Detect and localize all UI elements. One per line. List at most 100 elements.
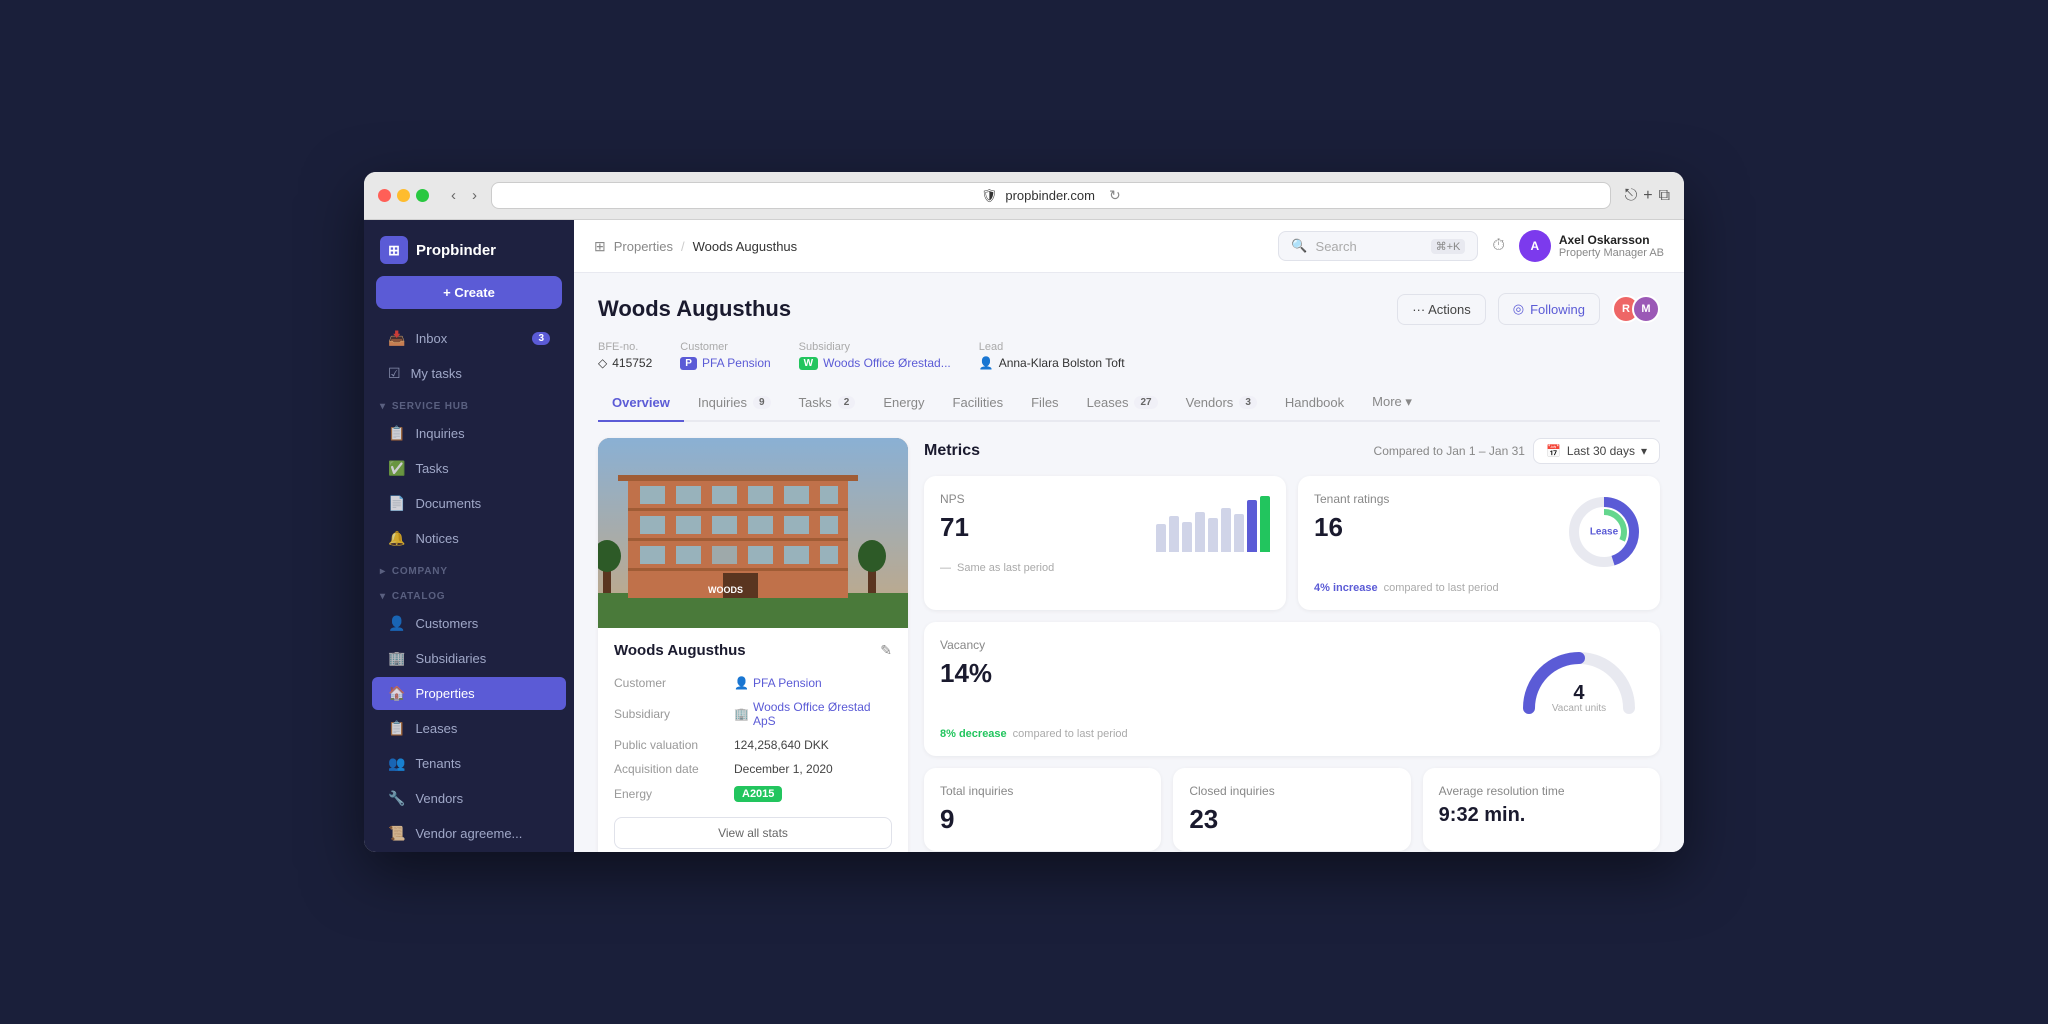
sidebar-item-inquiries[interactable]: 📋 Inquiries [372,417,566,450]
vacancy-decrease-badge: 8% decrease [940,728,1007,740]
section-catalog[interactable]: ▾ Catalog [364,581,574,606]
lead-avatar-icon: 👤 [979,356,994,370]
tasks-label: Tasks [415,461,448,476]
tab-files[interactable]: Files [1017,384,1072,422]
section-company-label: Company [392,566,448,577]
vacancy-left: Vacancy 14% [940,638,992,689]
following-button[interactable]: ◎ Following [1498,293,1600,325]
inquiries-icon: 📋 [388,425,405,442]
following-icon: ◎ [1513,301,1524,317]
duplicate-icon[interactable]: ⧉ [1659,187,1670,205]
browser-controls: ⎋ + ⧉ [1625,187,1670,205]
breadcrumb: ⊞ Properties / Woods Augusthus [594,238,797,255]
tab-energy[interactable]: Energy [869,384,938,422]
minimize-button[interactable] [397,189,410,202]
sidebar-item-properties[interactable]: 🏠 Properties [372,677,566,710]
timer-icon[interactable]: ⏱ [1492,237,1504,255]
section-catalog-label: Catalog [392,591,446,602]
properties-label: Properties [415,686,474,701]
avatar-m[interactable]: M [1632,295,1660,323]
logo-icon: ⊞ [380,236,408,264]
breadcrumb-parent[interactable]: Properties [614,239,673,254]
close-button[interactable] [378,189,391,202]
search-shortcut: ⌘+K [1431,239,1466,254]
nps-footer: — Same as last period [940,562,1270,574]
tab-inquiries[interactable]: Inquiries 9 [684,384,785,422]
forward-button[interactable]: › [468,185,481,206]
vacancy-footer-text: compared to last period [1013,728,1128,740]
user-avatar[interactable]: A [1519,230,1551,262]
metrics-title: Metrics [924,442,980,460]
property-card: WOODS Woods Augusthus ✎ Customer [598,438,908,852]
refresh-icon[interactable]: ↻ [1109,187,1121,204]
create-label: + Create [443,285,495,300]
app-name: Propbinder [416,242,496,259]
metrics-header: Metrics Compared to Jan 1 – Jan 31 📅 Las… [924,438,1660,464]
sidebar-item-tasks[interactable]: ✅ Tasks [372,452,566,485]
actions-button[interactable]: ··· Actions [1397,294,1486,325]
tab-facilities[interactable]: Facilities [939,384,1018,422]
vacancy-gauge: 4 Vacant units [1514,638,1644,718]
content-grid: WOODS Woods Augusthus ✎ Customer [598,438,1660,852]
energy-badge: A2015 [734,786,782,802]
property-info: Woods Augusthus ✎ Customer 👤 PFA Pension [598,628,908,852]
sidebar-item-inbox[interactable]: 📥 Inbox 3 [372,322,566,355]
browser-chrome: ‹ › 🛡 propbinder.com ↻ ⎋ + ⧉ [364,172,1684,220]
acquisition-label: Acquisition date [614,762,724,776]
sidebar-item-documents[interactable]: 📄 Documents [372,487,566,520]
nps-label: NPS [940,492,969,506]
customer-field-link[interactable]: 👤 PFA Pension [734,676,822,690]
tab-vendors[interactable]: Vendors 3 [1172,384,1271,422]
section-company[interactable]: ▸ Company [364,556,574,581]
nps-inner: NPS 71 [940,492,1270,552]
total-inquiries-value: 9 [940,804,1145,835]
vacancy-card: Vacancy 14% [924,622,1660,756]
closed-inquiries-value: 23 [1189,804,1394,835]
address-bar[interactable]: 🛡 propbinder.com ↻ [491,182,1611,209]
sidebar-item-vendor-agreements[interactable]: 📜 Vendor agreeme... [372,817,566,850]
search-bar[interactable]: 🔍 Search ⌘+K [1278,231,1478,261]
following-label: Following [1530,302,1585,317]
properties-icon: 🏠 [388,685,405,702]
view-stats-button[interactable]: View all stats [614,817,892,849]
user-role: Property Manager AB [1559,247,1664,259]
metrics-controls: Compared to Jan 1 – Jan 31 📅 Last 30 day… [1374,438,1660,464]
tab-handbook[interactable]: Handbook [1271,384,1358,422]
back-button[interactable]: ‹ [447,185,460,206]
meta-row: BFE-no. ◇ 415752 Customer P PFA Pension [598,341,1660,370]
sidebar-item-my-tasks[interactable]: ☑ My tasks [372,357,566,390]
sidebar-item-customers[interactable]: 👤 Customers [372,607,566,640]
building-illustration: WOODS [598,438,908,628]
tab-more[interactable]: More ▾ [1358,384,1426,422]
tab-tasks[interactable]: Tasks 2 [785,384,870,422]
nps-value: 71 [940,512,969,543]
edit-icon[interactable]: ✎ [880,642,892,659]
sidebar-item-subsidiaries[interactable]: 🏢 Subsidiaries [372,642,566,675]
customer-badge: P [680,357,697,370]
subsidiary-field-link[interactable]: 🏢 Woods Office Ørestad ApS [734,700,892,728]
subsidiary-link[interactable]: Woods Office Ørestad... [823,356,951,370]
tenant-ratings-card: Tenant ratings 16 [1298,476,1660,610]
maximize-button[interactable] [416,189,429,202]
topbar-right: 🔍 Search ⌘+K ⏱ A Axel Oskarsson Property… [1278,230,1664,262]
ratings-left: Tenant ratings 16 [1314,492,1389,543]
tab-leases[interactable]: Leases 27 [1073,384,1172,422]
page-header: Woods Augusthus ··· Actions ◎ Following … [598,293,1660,325]
vacancy-value: 14% [940,658,992,689]
sidebar-item-vendors[interactable]: 🔧 Vendors [372,782,566,815]
tab-overview[interactable]: Overview [598,384,684,422]
lead-value: Anna-Klara Bolston Toft [999,356,1125,370]
create-button[interactable]: + Create [376,276,562,309]
tasks-icon: ☑ [388,365,401,382]
sidebar-item-notices[interactable]: 🔔 Notices [372,522,566,555]
section-service-hub[interactable]: ▾ Service Hub [364,391,574,416]
page-title: Woods Augusthus [598,296,791,322]
customer-link[interactable]: PFA Pension [702,356,771,370]
new-tab-icon[interactable]: + [1643,187,1652,205]
share-icon[interactable]: ⎋ [1625,187,1638,205]
info-valuation-row: Public valuation 124,258,640 DKK [614,733,892,757]
date-range-button[interactable]: 📅 Last 30 days ▾ [1533,438,1660,464]
sidebar-item-tenants[interactable]: 👥 Tenants [372,747,566,780]
notices-label: Notices [415,531,458,546]
sidebar-item-leases[interactable]: 📋 Leases [372,712,566,745]
